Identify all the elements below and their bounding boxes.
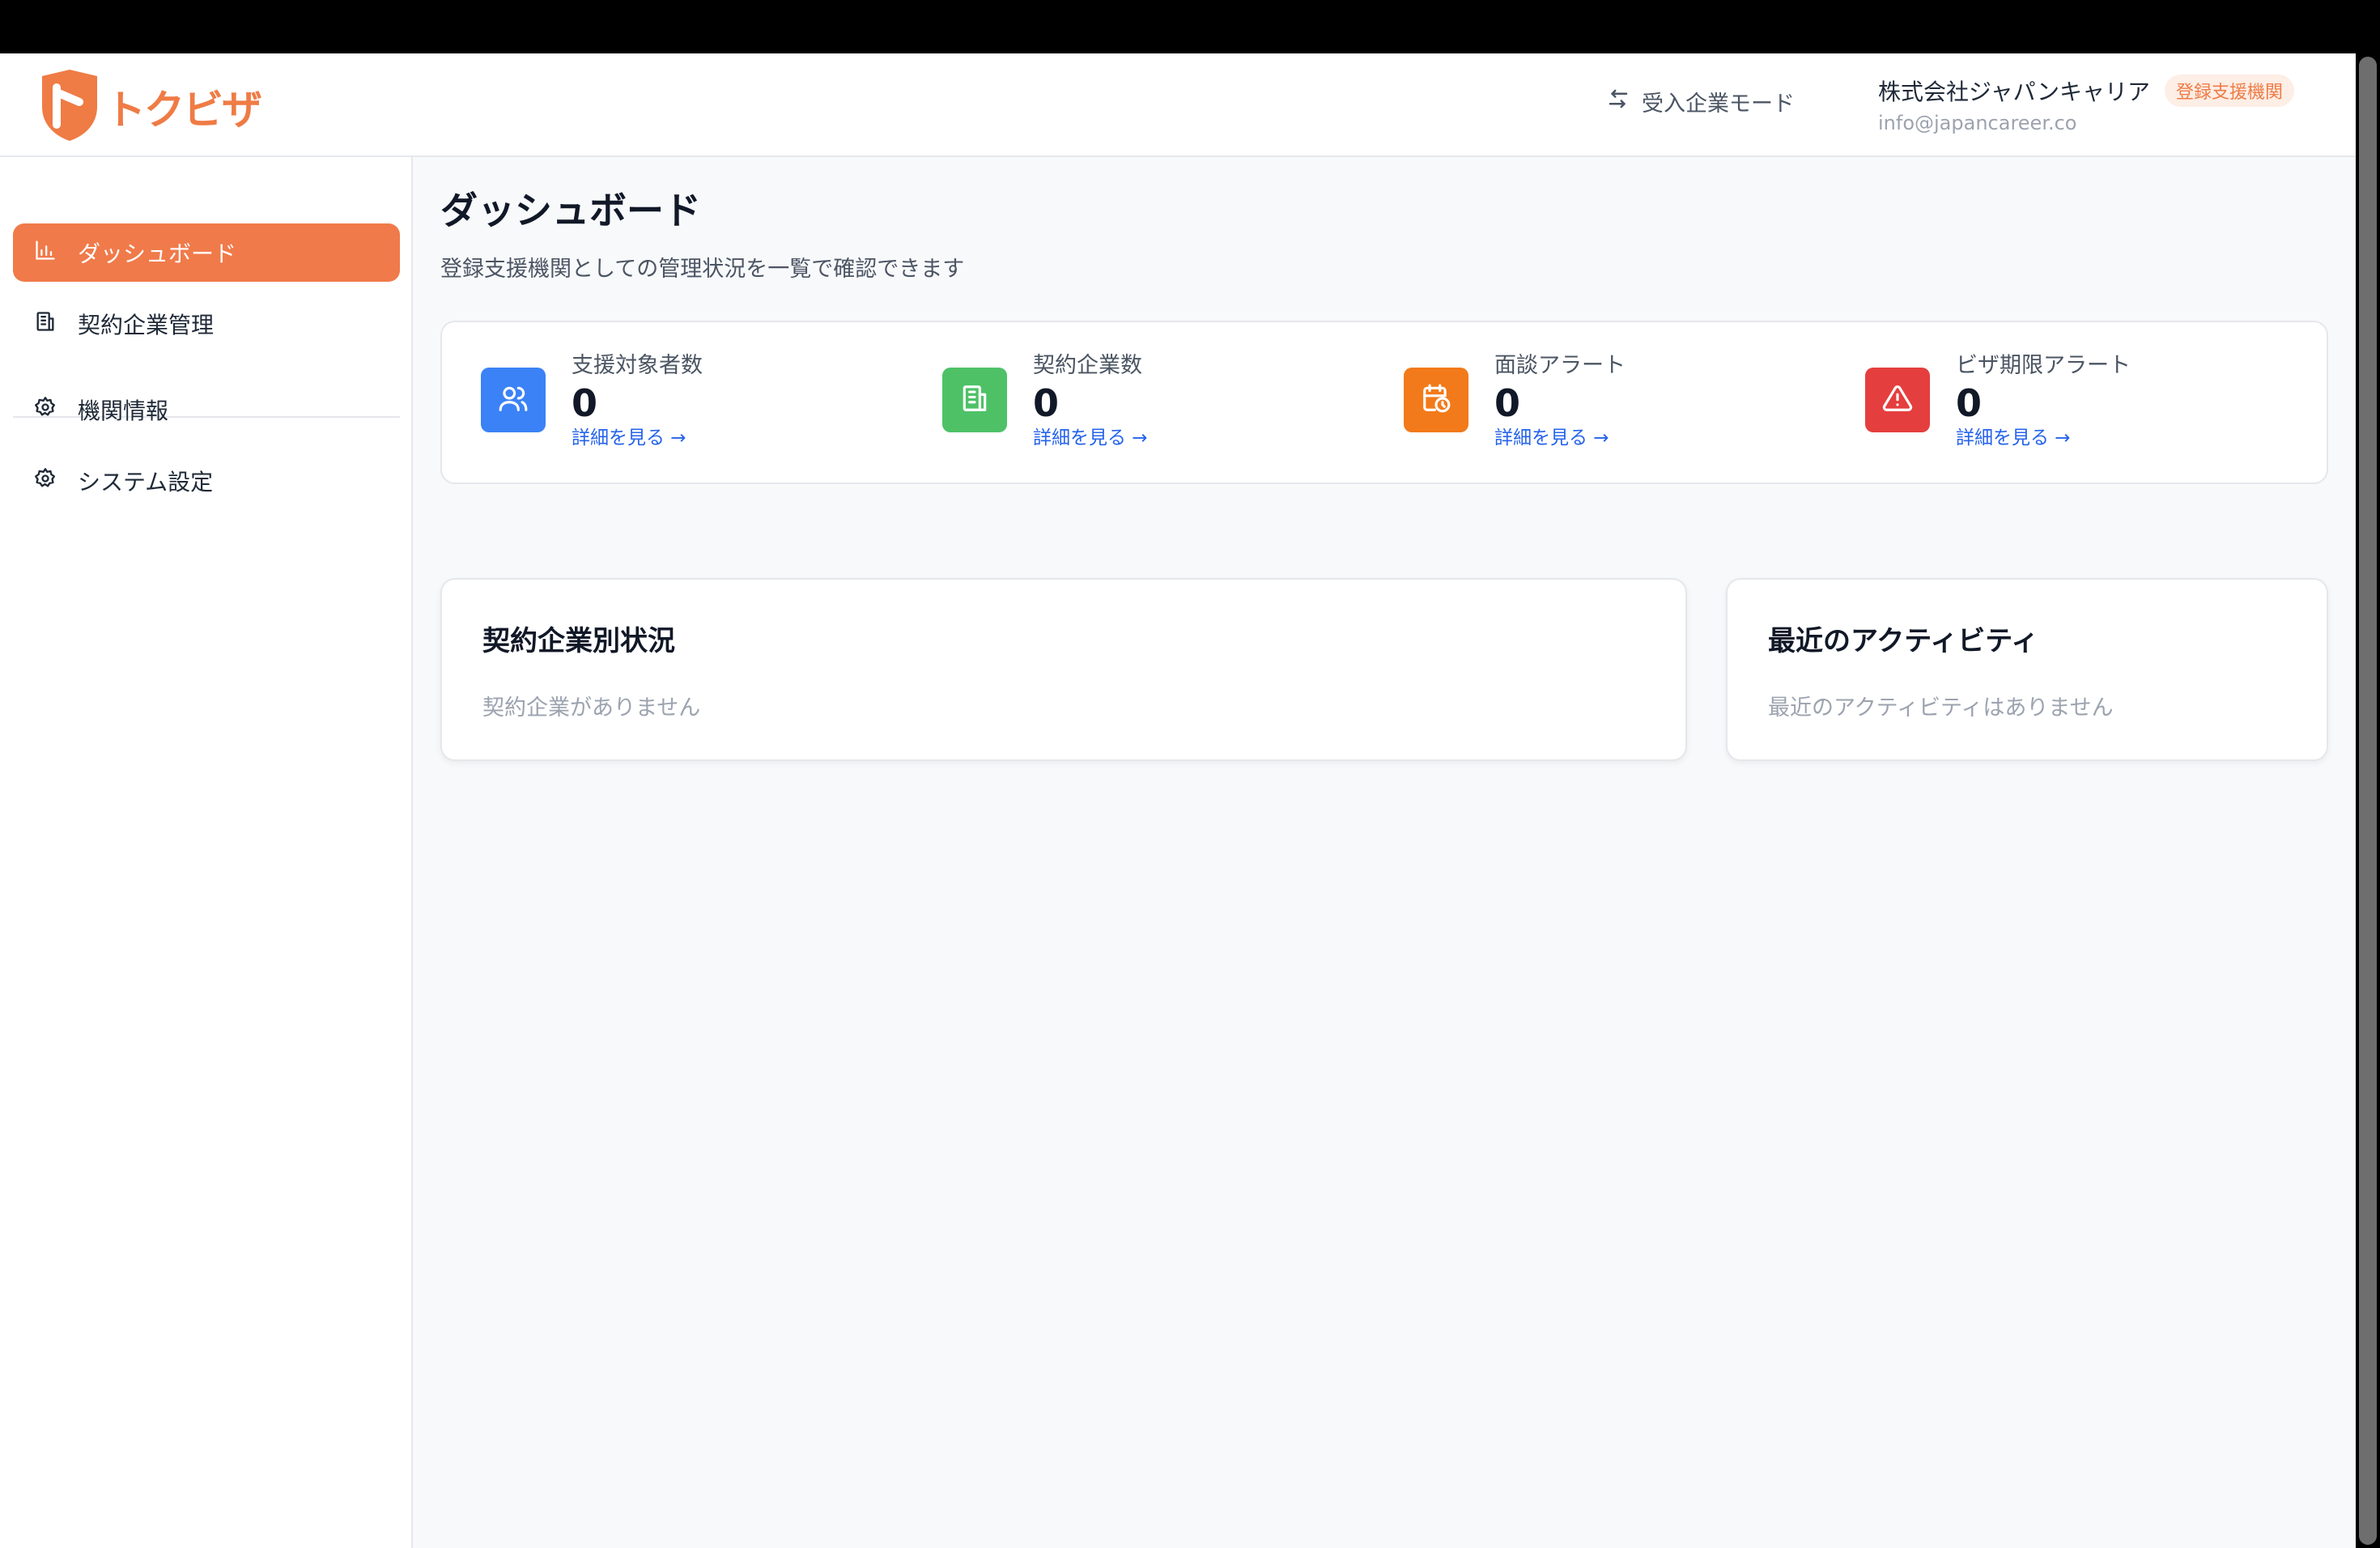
stat-icon-box	[1404, 368, 1468, 432]
os-top-bar	[0, 0, 2380, 53]
stat-label: 面談アラート	[1494, 353, 1626, 378]
gear-icon	[34, 467, 57, 495]
sidebar-item-contract-companies[interactable]: 契約企業管理	[13, 295, 400, 353]
recent-activity-panel: 最近のアクティビティ 最近のアクティビティはありません	[1726, 578, 2328, 761]
logo[interactable]: トクビザ	[37, 68, 262, 146]
company-status-panel: 契約企業別状況 契約企業がありません	[440, 578, 1687, 761]
sidebar: ダッシュボード 契約企業管理 機関情報 システム設定	[0, 157, 413, 1548]
bar-chart-icon	[34, 239, 57, 267]
building-icon	[959, 383, 990, 417]
account-info[interactable]: 株式会社ジャパンキャリア 登録支援機関 info@japancareer.co	[1878, 74, 2295, 134]
company-name: 株式会社ジャパンキャリア	[1878, 79, 2151, 105]
stats-card: 支援対象者数 0 詳細を見る → 契約企業数 0 詳細を見る → 面談アラート …	[440, 321, 2328, 484]
logo-shield-icon	[37, 68, 102, 146]
warning-icon	[1882, 383, 1913, 417]
sidebar-item-dashboard[interactable]: ダッシュボード	[13, 223, 400, 282]
stat-detail-link[interactable]: 詳細を見る →	[1956, 426, 2131, 450]
gear-icon	[34, 396, 57, 424]
calendar-clock-icon	[1421, 383, 1451, 417]
sidebar-item-system-settings[interactable]: システム設定	[13, 452, 400, 510]
mode-switch-button[interactable]: 受入企業モード	[1606, 86, 1795, 117]
sidebar-item-label: ダッシュボード	[78, 240, 237, 267]
scrollbar-thumb[interactable]	[2359, 57, 2377, 1545]
stat-value: 0	[572, 381, 598, 425]
app-window: トクビザ 受入企業モード 株式会社ジャパンキャリア 登録支援機関 info@ja…	[0, 53, 2356, 1548]
stat-value: 0	[1033, 381, 1060, 425]
logo-text: トクビザ	[105, 87, 262, 134]
stat-value: 0	[1956, 381, 1983, 425]
stat-detail-link[interactable]: 詳細を見る →	[572, 426, 703, 450]
stat-icon-box	[481, 368, 546, 432]
users-icon	[498, 383, 529, 417]
stat-label: ビザ期限アラート	[1956, 353, 2131, 378]
stat-icon-box	[1865, 368, 1930, 432]
stat-detail-link[interactable]: 詳細を見る →	[1494, 426, 1626, 450]
company-email: info@japancareer.co	[1878, 112, 2077, 134]
stat-detail-link[interactable]: 詳細を見る →	[1033, 426, 1148, 450]
panel-title: 最近のアクティビティ	[1768, 625, 2039, 657]
scrollbar[interactable]	[2356, 53, 2380, 1548]
page-title: ダッシュボード	[440, 189, 701, 232]
app-header: トクビザ 受入企業モード 株式会社ジャパンキャリア 登録支援機関 info@ja…	[0, 53, 2356, 157]
sidebar-item-label: システム設定	[78, 469, 214, 495]
stat-label: 支援対象者数	[572, 353, 703, 378]
panel-title: 契約企業別状況	[482, 625, 675, 657]
stat-label: 契約企業数	[1033, 353, 1142, 378]
sidebar-item-organization-info[interactable]: 機関情報	[13, 381, 400, 439]
sidebar-item-label: 機関情報	[78, 398, 169, 424]
mode-switch-label: 受入企業モード	[1642, 91, 1795, 117]
sidebar-item-label: 契約企業管理	[78, 312, 215, 338]
empty-state-text: 契約企業がありません	[482, 695, 701, 721]
page-subtitle: 登録支援機関としての管理状況を一覧で確認できます	[440, 257, 965, 282]
stat-icon-box	[942, 368, 1007, 432]
building-icon	[34, 310, 57, 338]
stat-value: 0	[1494, 381, 1521, 425]
empty-state-text: 最近のアクティビティはありません	[1768, 695, 2114, 721]
role-badge: 登録支援機関	[2165, 74, 2295, 107]
swap-arrows-icon	[1606, 87, 1630, 117]
